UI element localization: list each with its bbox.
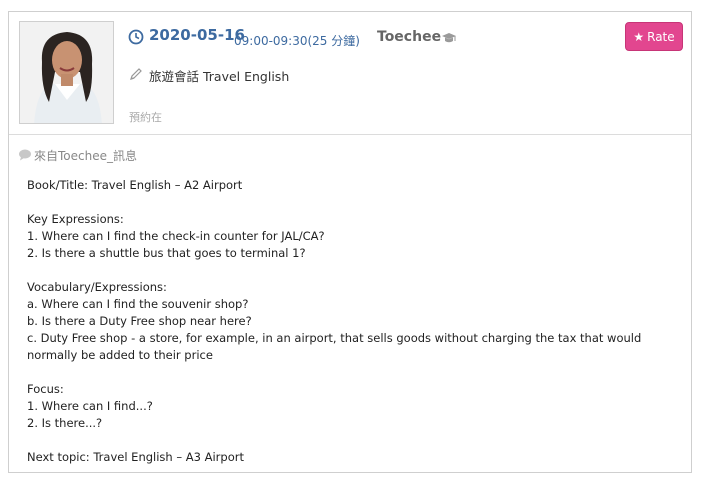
message-focus-heading: Focus: — [27, 382, 64, 396]
speech-bubble-icon — [19, 149, 31, 161]
booked-label: 預約在 — [129, 111, 162, 124]
teacher-avatar[interactable] — [19, 21, 114, 124]
lesson-date: 2020-05-16 — [149, 26, 245, 44]
message-line: 1. Where can I find the check-in counter… — [27, 229, 325, 243]
lesson-time: 09:00-09:30(25 分鐘) — [234, 34, 360, 48]
message-line: 1. Where can I find...? — [27, 399, 153, 413]
lesson-card: 2020-05-16 09:00-09:30(25 分鐘) Toechee ★ … — [8, 11, 692, 473]
message-line: a. Where can I find the souvenir shop? — [27, 297, 249, 311]
teacher-name[interactable]: Toechee — [377, 29, 441, 45]
message-line: c. Duty Free shop - a store, for example… — [27, 331, 642, 362]
message-from-label: 來自Toechee_訊息 — [34, 149, 137, 163]
course-name: 旅遊會話 Travel English — [149, 69, 290, 84]
teacher-message: Book/Title: Travel English – A2 Airport … — [27, 177, 687, 466]
rate-button-label: Rate — [647, 29, 675, 44]
pencil-icon — [130, 68, 142, 80]
message-line: b. Is there a Duty Free shop near here? — [27, 314, 252, 328]
message-vocab-heading: Vocabulary/Expressions: — [27, 280, 167, 294]
lesson-header: 2020-05-16 09:00-09:30(25 分鐘) Toechee ★ … — [9, 12, 691, 135]
graduation-cap-icon — [442, 33, 456, 43]
star-icon: ★ — [633, 29, 645, 44]
message-line: 2. Is there a shuttle bus that goes to t… — [27, 246, 306, 260]
message-book-title: Book/Title: Travel English – A2 Airport — [27, 178, 243, 192]
message-key-heading: Key Expressions: — [27, 212, 124, 226]
message-next-topic: Next topic: Travel English – A3 Airport — [27, 450, 244, 464]
clock-icon — [128, 29, 144, 45]
rate-button[interactable]: ★ Rate — [625, 22, 683, 51]
message-line: 2. Is there...? — [27, 416, 103, 430]
